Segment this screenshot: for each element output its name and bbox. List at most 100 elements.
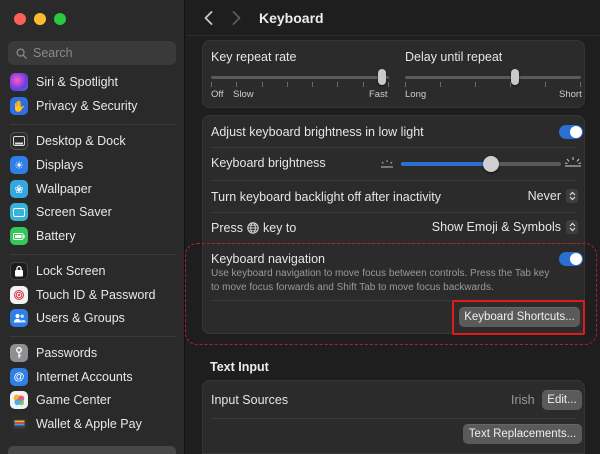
chevron-left-icon — [204, 11, 212, 25]
press-globe-label: Press key to — [211, 221, 296, 235]
delay-long-label: Long — [405, 89, 427, 100]
slider-tick — [475, 82, 476, 87]
sidebar-item-wallet[interactable]: Wallet & Apple Pay — [10, 413, 176, 435]
input-sources-value: Irish — [511, 393, 535, 407]
delay-repeat-track — [405, 76, 581, 79]
sidebar-item-internet-accounts[interactable]: @ Internet Accounts — [10, 366, 176, 388]
close-window-button[interactable] — [14, 13, 26, 25]
delay-repeat-slider[interactable] — [405, 68, 581, 90]
back-button[interactable] — [200, 9, 216, 27]
sidebar-item-battery[interactable]: Battery — [10, 225, 176, 247]
delay-short-label: Short — [559, 89, 582, 100]
page-title: Keyboard — [259, 10, 324, 26]
sidebar-item-selected-keyboard[interactable] — [8, 446, 176, 454]
brightness-low-icon — [381, 160, 393, 168]
key-repeat-track — [211, 76, 389, 79]
search-input[interactable] — [33, 46, 163, 60]
key-repeat-off-label: Off — [211, 89, 224, 100]
backlight-off-label: Turn keyboard backlight off after inacti… — [211, 190, 441, 204]
users-icon — [10, 309, 28, 327]
backlight-off-popup[interactable]: Never — [528, 189, 578, 203]
row-divider — [211, 212, 576, 213]
sidebar-item-desktop-dock[interactable]: Desktop & Dock — [10, 130, 176, 152]
sidebar-item-displays[interactable]: ☀ Displays — [10, 154, 176, 176]
sidebar-item-label: Touch ID & Password — [36, 288, 156, 302]
sidebar-item-users-groups[interactable]: Users & Groups — [10, 307, 176, 329]
text-replacements-button[interactable]: Text Replacements... — [463, 424, 582, 444]
sidebar-item-touch-id[interactable]: Touch ID & Password — [10, 284, 176, 306]
wallet-icon — [10, 415, 28, 433]
sidebar-item-label: Siri & Spotlight — [36, 75, 118, 89]
siri-icon — [10, 73, 28, 91]
slider-tick — [312, 82, 313, 87]
chevron-right-icon — [232, 11, 240, 25]
adjust-brightness-label: Adjust keyboard brightness in low light — [211, 125, 424, 139]
screensaver-icon — [10, 203, 28, 221]
globe-key-value: Show Emoji & Symbols — [431, 220, 561, 234]
lock-icon — [10, 262, 28, 280]
key-repeat-panel: Key repeat rate Delay until repeat Off S… — [202, 40, 585, 108]
hand-icon: ✋ — [10, 97, 28, 115]
sidebar-divider — [10, 254, 176, 255]
sidebar-item-siri[interactable]: Siri & Spotlight — [10, 71, 176, 93]
sidebar-item-wallpaper[interactable]: ❀ Wallpaper — [10, 178, 176, 200]
key-repeat-slow-label: Slow — [233, 89, 254, 100]
keyboard-brightness-label: Keyboard brightness — [211, 156, 326, 170]
sidebar-item-label: Lock Screen — [36, 264, 106, 278]
search-icon — [16, 47, 27, 59]
row-divider — [211, 180, 576, 181]
sidebar-divider — [10, 124, 176, 125]
edit-input-sources-button[interactable]: Edit... — [542, 390, 582, 410]
minimize-window-button[interactable] — [34, 13, 46, 25]
input-sources-label: Input Sources — [211, 393, 289, 407]
press-globe-suffix: key to — [262, 221, 297, 235]
sidebar-item-screen-saver[interactable]: Screen Saver — [10, 201, 176, 223]
toolbar: Keyboard — [186, 0, 600, 36]
forward-button[interactable] — [228, 9, 244, 27]
sidebar-item-passwords[interactable]: Passwords — [10, 342, 176, 364]
sidebar-item-label: Screen Saver — [36, 205, 112, 219]
brightness-slider[interactable] — [401, 156, 561, 172]
sidebar-item-lock-screen[interactable]: Lock Screen — [10, 260, 176, 282]
slider-tick — [545, 82, 546, 87]
highlight-red-outline — [452, 300, 585, 335]
sidebar-item-privacy[interactable]: ✋ Privacy & Security — [10, 95, 176, 117]
sidebar-item-label: Displays — [36, 158, 84, 172]
key-repeat-slider[interactable] — [211, 68, 389, 90]
globe-key-popup[interactable]: Show Emoji & Symbols — [432, 220, 578, 234]
text-input-panel: Input Sources Irish Edit... Text Replace… — [202, 380, 585, 454]
battery-icon — [10, 227, 28, 245]
sidebar-item-game-center[interactable]: Game Center — [10, 389, 176, 411]
sidebar-item-label: Game Center — [36, 393, 112, 407]
sidebar-item-label: Privacy & Security — [36, 99, 138, 113]
brightness-fill — [401, 162, 491, 166]
slider-tick — [262, 82, 263, 87]
row-divider — [211, 147, 576, 148]
search-field[interactable] — [8, 41, 176, 65]
press-globe-prefix: Press — [211, 221, 243, 235]
sidebar-item-label: Desktop & Dock — [36, 134, 126, 148]
at-icon: @ — [10, 368, 28, 386]
text-input-heading: Text Input — [210, 360, 269, 374]
fingerprint-icon — [10, 286, 28, 304]
key-repeat-fast-label: Fast — [369, 89, 388, 100]
sidebar-item-label: Users & Groups — [36, 311, 125, 325]
key-repeat-knob[interactable] — [378, 69, 386, 85]
slider-tick — [363, 82, 364, 87]
globe-icon — [247, 222, 259, 234]
zoom-window-button[interactable] — [54, 13, 66, 25]
sidebar-item-label: Passwords — [36, 346, 98, 360]
backlight-off-value: Never — [527, 189, 561, 203]
brightness-knob[interactable] — [483, 156, 499, 172]
slider-tick — [211, 82, 212, 87]
sidebar: Siri & Spotlight ✋ Privacy & Security De… — [0, 0, 185, 454]
dock-icon — [10, 132, 28, 150]
delay-repeat-knob[interactable] — [511, 69, 519, 85]
adjust-brightness-toggle[interactable] — [559, 125, 583, 139]
brightness-high-icon — [564, 157, 582, 167]
updown-chevron-icon — [566, 189, 578, 203]
key-repeat-label: Key repeat rate — [211, 50, 297, 64]
slider-tick — [287, 82, 288, 87]
slider-tick — [388, 82, 389, 87]
row-divider — [211, 418, 576, 419]
